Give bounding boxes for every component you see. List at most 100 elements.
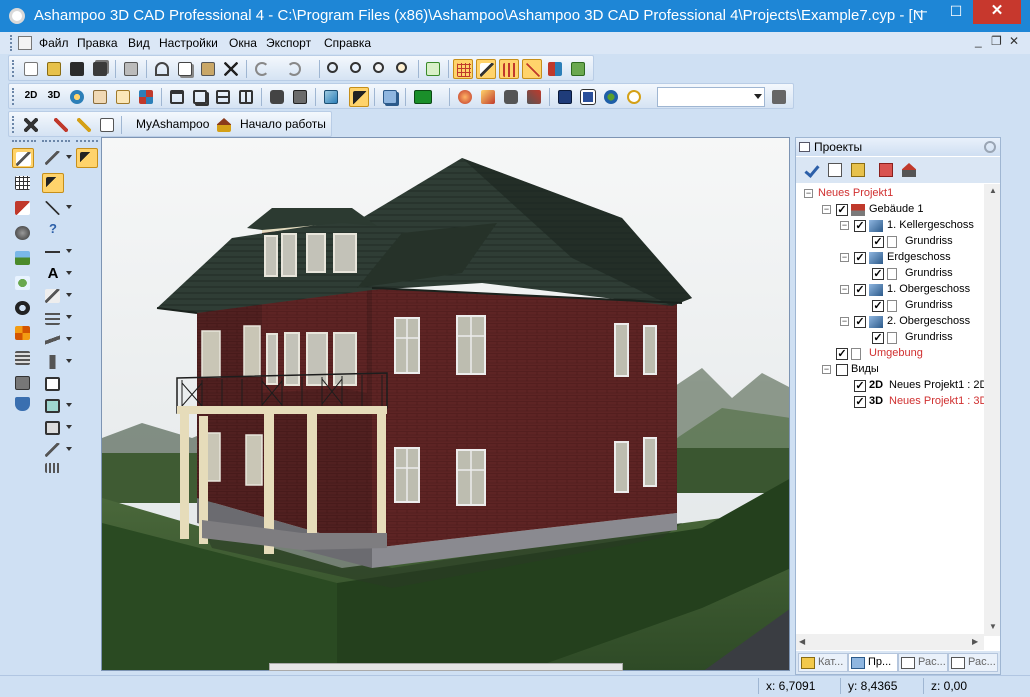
tree-checkbox[interactable]: ✓ <box>836 204 848 216</box>
tree-node[interactable]: ✓ Umgebung <box>822 346 984 362</box>
new-file-button[interactable] <box>21 59 41 79</box>
menu-edit[interactable]: Правка <box>77 36 118 50</box>
view-3d-button[interactable]: 3D <box>44 87 64 107</box>
mdi-restore-button[interactable]: ❐ <box>991 34 1002 48</box>
3d-viewport[interactable] <box>101 137 790 671</box>
tree-node[interactable]: − Виды <box>822 362 984 378</box>
building-tool[interactable] <box>12 148 34 168</box>
shield-tool[interactable] <box>12 394 34 414</box>
stairs-tool[interactable] <box>12 348 34 368</box>
tree-checkbox[interactable]: ✓ <box>872 300 884 312</box>
tree-expander[interactable]: − <box>822 365 831 374</box>
window-single-button[interactable] <box>167 87 187 107</box>
door-tool[interactable] <box>42 374 64 394</box>
tree-node[interactable]: − ✓ Gebäude 1 <box>822 202 984 218</box>
grid-toggle-button[interactable] <box>453 59 473 79</box>
maximize-button[interactable]: ☐ <box>939 0 973 24</box>
scroll-down-arrow[interactable]: ▼ <box>989 622 997 631</box>
tree-checkbox[interactable]: ✓ <box>854 252 866 264</box>
tree-node[interactable]: − ✓ Erdgeschoss <box>840 250 984 266</box>
object-tool[interactable] <box>12 223 34 243</box>
terrain-tool[interactable] <box>12 248 34 268</box>
menu-view[interactable]: Вид <box>128 36 150 50</box>
menu-export[interactable]: Экспорт <box>266 36 311 50</box>
tab-catalog[interactable]: Кат... <box>798 653 848 672</box>
tile-vertical-button[interactable] <box>236 87 256 107</box>
globe-button[interactable] <box>601 87 621 107</box>
plant-tool[interactable] <box>12 273 34 293</box>
menu-settings[interactable]: Настройки <box>159 36 218 50</box>
tab-calc-1[interactable]: Рас... <box>898 653 948 672</box>
scroll-up-arrow[interactable]: ▲ <box>989 186 997 195</box>
delete-button[interactable] <box>221 59 241 79</box>
walk-button[interactable] <box>90 87 110 107</box>
select-tool[interactable] <box>42 173 64 193</box>
tree-checkbox[interactable]: ✓ <box>854 284 866 296</box>
properties-button[interactable] <box>848 160 868 180</box>
beam-tool[interactable] <box>42 330 72 350</box>
help-tool[interactable]: ? <box>42 220 64 240</box>
start-page-link[interactable]: Начало работы <box>240 117 326 131</box>
tree-checkbox[interactable] <box>836 364 848 376</box>
paint-button[interactable] <box>478 87 498 107</box>
column-tool[interactable] <box>42 352 72 372</box>
delete-item-button[interactable] <box>876 160 896 180</box>
wall-draw-tool[interactable] <box>42 286 72 306</box>
tree-checkbox[interactable]: ✓ <box>872 268 884 280</box>
pin-icon[interactable] <box>984 141 996 153</box>
toolbar-grip[interactable] <box>12 116 15 133</box>
menubar-grip[interactable] <box>10 35 13 51</box>
mdi-minimize-button[interactable]: _ <box>975 34 982 48</box>
color-dropdown[interactable] <box>411 87 445 107</box>
railing-tool[interactable] <box>42 460 64 474</box>
layers-button[interactable] <box>380 87 400 107</box>
plan-button[interactable] <box>578 87 598 107</box>
roof-tool[interactable] <box>12 198 34 218</box>
scroll-left-arrow[interactable]: ◀ <box>799 637 805 646</box>
ortho-toggle-button[interactable] <box>499 59 519 79</box>
tree-checkbox[interactable]: ✓ <box>836 348 848 360</box>
zoom-out-button[interactable] <box>370 59 390 79</box>
tree-checkbox[interactable]: ✓ <box>854 316 866 328</box>
tree-node[interactable]: ✓ Grundriss <box>858 266 984 282</box>
symbols-tool[interactable] <box>12 323 34 343</box>
tree-checkbox[interactable]: ✓ <box>854 220 866 232</box>
viewport-scroll-handle[interactable] <box>269 663 623 671</box>
view-2d-button[interactable]: 2D <box>21 87 41 107</box>
chevron-down-icon[interactable] <box>754 94 762 99</box>
lighting-button[interactable] <box>349 87 369 107</box>
light-source-button[interactable] <box>524 87 544 107</box>
rename-button[interactable] <box>825 160 845 180</box>
panel-grip[interactable] <box>12 140 36 143</box>
snap-toggle-button[interactable] <box>476 59 496 79</box>
tree-expander[interactable]: − <box>840 317 849 326</box>
zoom-button[interactable] <box>324 59 344 79</box>
close-button[interactable]: ✕ <box>973 0 1021 24</box>
tab-projects[interactable]: Пр... <box>848 653 898 672</box>
view-select[interactable] <box>657 87 765 107</box>
line-tool[interactable] <box>42 198 72 218</box>
tree-expander[interactable]: − <box>840 285 849 294</box>
toolbar-grip[interactable] <box>12 60 15 77</box>
fly-button[interactable] <box>113 87 133 107</box>
redo-button[interactable] <box>284 59 314 79</box>
home-icon-button[interactable] <box>214 115 234 135</box>
refresh-button[interactable] <box>423 59 443 79</box>
tree-horizontal-scrollbar[interactable]: ◀ ▶ <box>796 634 984 650</box>
navigate-button[interactable] <box>67 87 87 107</box>
apply-button[interactable] <box>802 160 822 180</box>
flag-button[interactable] <box>545 59 565 79</box>
tree-checkbox[interactable]: ✓ <box>872 332 884 344</box>
tree-node[interactable]: ✓ Grundriss <box>858 234 984 250</box>
tree-node[interactable]: − ✓ 2. Obergeschoss <box>840 314 984 330</box>
settings-tool[interactable] <box>12 298 34 318</box>
cut-button[interactable] <box>152 59 172 79</box>
tree-expander[interactable]: − <box>840 253 849 262</box>
tile-horizontal-button[interactable] <box>213 87 233 107</box>
texture-button[interactable] <box>136 87 156 107</box>
tree-node[interactable]: − ✓ 1. Obergeschoss <box>840 282 984 298</box>
measure-button[interactable] <box>568 59 588 79</box>
tree-checkbox[interactable]: ✓ <box>854 396 866 408</box>
menu-windows[interactable]: Окна <box>229 36 257 50</box>
copy-button[interactable] <box>175 59 195 79</box>
